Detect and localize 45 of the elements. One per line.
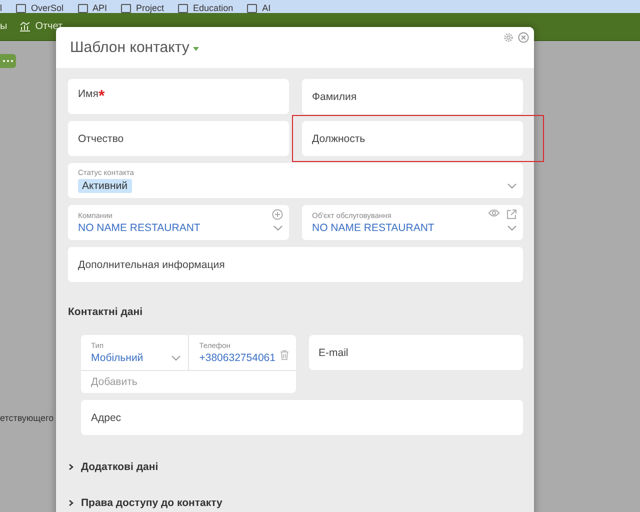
trash-icon[interactable] [280,350,288,360]
section-header[interactable]: Права доступу до контакту [81,497,222,509]
external-link-icon[interactable] [506,209,517,220]
dialog-title: Шаблон контакту [70,39,190,56]
menu-item[interactable]: Отчет [35,21,63,32]
memo-field[interactable]: Дополнительная информация [68,247,523,282]
email-field[interactable]: E-mail [308,335,523,370]
menu-item[interactable]: ы [0,21,8,32]
more-button[interactable] [0,54,16,68]
field-label: Имя [78,88,98,100]
field-value: Мобільний [91,352,144,364]
caret-icon[interactable] [193,47,200,51]
field-label: Дополнительная информация [78,258,226,270]
field-label: Фамилия [312,90,358,102]
field-value[interactable]: NO NAME RESTAURANT [312,222,434,234]
add-icon[interactable] [272,209,283,220]
chart-icon[interactable] [19,21,32,32]
bookmark-link[interactable]: API [92,4,108,13]
section-title: Контактні дані [68,306,144,318]
chevron-right-icon[interactable] [68,500,74,506]
text-field[interactable]: Должность [302,121,523,156]
chevron-down-icon[interactable] [507,183,517,189]
bookmark-link[interactable]: Education [193,4,234,13]
bookmark-link[interactable]: AI [262,4,271,13]
field-label: Должность [312,132,366,144]
close-icon[interactable] [518,32,529,43]
bookmark-link[interactable]: Project [136,4,164,13]
chevron-right-icon[interactable] [68,464,74,470]
status-tag[interactable]: Активний [78,179,132,193]
chevron-down-icon[interactable] [507,225,517,231]
eye-icon[interactable] [488,209,500,217]
background-text: етствующего [0,413,54,423]
bookmark-link[interactable]: OverSol [31,4,64,13]
text-field[interactable]: Отчество [68,121,289,156]
chevron-down-icon[interactable] [273,225,283,231]
field-label: Отчество [78,132,125,144]
field-value: +380632754061 [199,352,276,364]
settings-icon[interactable] [503,32,514,43]
text-field[interactable]: Фамилия [302,79,523,114]
section-header[interactable]: Додаткові дані [81,461,158,473]
chevron-down-icon[interactable] [171,355,182,361]
field-value[interactable]: NO NAME RESTAURANT [78,222,200,234]
bookmark-link[interactable]: l [0,4,2,13]
required-mark: * [98,88,105,106]
address-field[interactable]: Адрес [81,400,523,435]
